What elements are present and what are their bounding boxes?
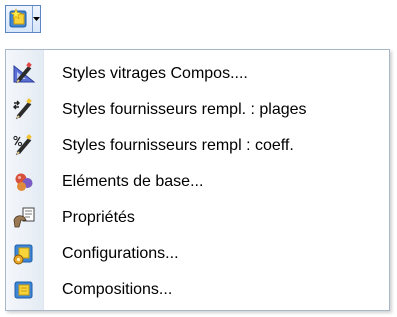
pencil-arrows-icon — [12, 98, 36, 122]
menu-item-label: Propriétés — [62, 209, 135, 226]
menu-item-label: Configurations... — [62, 245, 179, 262]
menu-item-elements-de-base[interactable]: Eléments de base... — [6, 164, 389, 200]
menu-item-configurations[interactable]: Configurations... — [6, 236, 389, 272]
menu-item-label: Styles vitrages Compos.... — [62, 65, 248, 82]
pencil-ruler-icon — [12, 62, 36, 86]
menu-item-label: Compositions... — [62, 281, 173, 298]
properties-hand-icon — [12, 206, 36, 230]
triangle-down-icon[interactable] — [32, 6, 40, 32]
menu-item-label: Eléments de base... — [62, 173, 204, 190]
menu-item-styles-vitrages[interactable]: Styles vitrages Compos.... — [6, 56, 389, 92]
dropdown-menu: Styles vitrages Compos.... Styles fourni… — [5, 49, 390, 311]
menu-item-label: Styles fournisseurs rempl. : plages — [62, 101, 307, 118]
yellow-document-icon — [12, 278, 36, 302]
yellow-document-star-icon — [7, 7, 31, 31]
colored-balls-icon — [12, 170, 36, 194]
gear-document-icon — [12, 242, 36, 266]
menu-item-label: Styles fournisseurs rempl : coeff. — [62, 137, 294, 154]
menu-item-styles-fournisseurs-coeff[interactable]: Styles fournisseurs rempl : coeff. — [6, 128, 389, 164]
compositions-split-button[interactable] — [5, 5, 41, 33]
pencil-percent-icon — [12, 134, 36, 158]
menu-item-styles-fournisseurs-plages[interactable]: Styles fournisseurs rempl. : plages — [6, 92, 389, 128]
menu-item-compositions[interactable]: Compositions... — [6, 272, 389, 308]
menu-item-proprietes[interactable]: Propriétés — [6, 200, 389, 236]
